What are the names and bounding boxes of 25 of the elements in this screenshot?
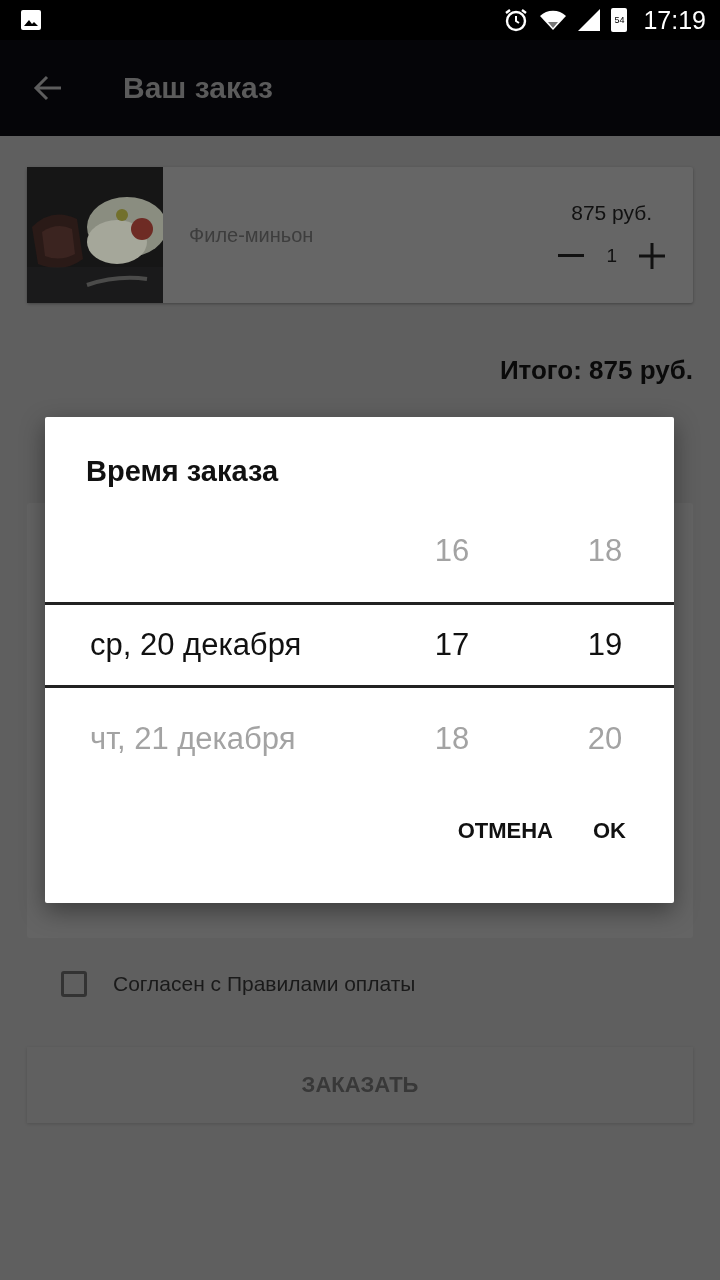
- minute-option[interactable]: 20: [587, 721, 623, 756]
- quantity-value: 1: [606, 245, 617, 267]
- back-arrow-icon[interactable]: [33, 75, 63, 101]
- agreement-label: Согласен с Правилами оплаты: [113, 972, 416, 996]
- hour-option[interactable]: 18: [434, 721, 470, 756]
- checkbox[interactable]: [61, 971, 87, 997]
- screen-title: Ваш заказ: [123, 71, 273, 105]
- date-option[interactable]: чт, 21 декабря: [90, 721, 296, 756]
- minus-icon[interactable]: [558, 254, 585, 258]
- plus-icon[interactable]: [639, 243, 665, 269]
- image-icon: [20, 9, 42, 31]
- battery-icon: 54: [611, 8, 628, 32]
- date-option[interactable]: ср, 20 декабря: [90, 627, 302, 662]
- wifi-icon: [539, 8, 568, 32]
- dialog-title: Время заказа: [86, 455, 280, 488]
- status-time: 17:19: [643, 5, 706, 35]
- dialog-button[interactable]: ОТМЕНА: [447, 810, 563, 852]
- minute-option[interactable]: 18: [587, 533, 623, 568]
- hour-option[interactable]: 16: [434, 533, 470, 568]
- order-total: Итого: 875 руб.: [498, 355, 693, 386]
- minute-option[interactable]: 19: [587, 627, 623, 662]
- hour-option[interactable]: 17: [434, 627, 470, 662]
- item-price: 875 руб.: [571, 201, 653, 225]
- dialog-button[interactable]: OK: [583, 810, 636, 852]
- signal-icon: [577, 8, 602, 32]
